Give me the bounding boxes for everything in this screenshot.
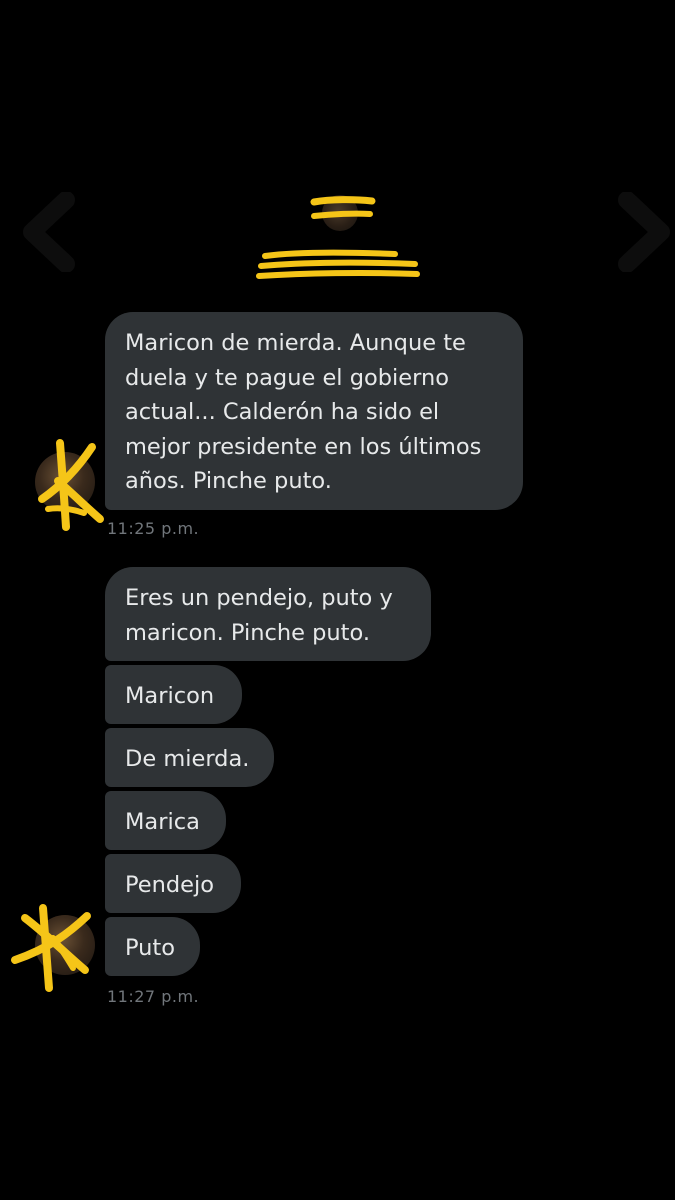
message-line: Maricon de mierda. Aunque te	[125, 330, 466, 356]
message-line: Pendejo	[125, 872, 215, 898]
back-arrow-icon[interactable]	[16, 191, 86, 273]
message-bubble[interactable]: Maricon	[105, 665, 242, 724]
sender-avatar[interactable]	[35, 452, 95, 512]
message-bubble[interactable]: Eres un pendejo, puto y maricon. Pinche …	[105, 567, 431, 661]
conversation-header	[0, 170, 675, 290]
message-line: Eres un pendejo, puto y	[125, 585, 393, 611]
message-bubble[interactable]: Maricon de mierda. Aunque te duela y te …	[105, 312, 523, 510]
message-bubble[interactable]: De mierda.	[105, 728, 274, 787]
message-bubble[interactable]: Pendejo	[105, 854, 241, 913]
message-line: maricon. Pinche puto.	[125, 619, 371, 646]
message-line: actual... Calderón ha sido el	[125, 399, 440, 425]
message-bubble[interactable]: Puto	[105, 917, 200, 976]
header-name-redaction	[256, 249, 420, 279]
message-line: años. Pinche puto.	[125, 468, 332, 494]
message-timestamp: 11:27 p.m.	[107, 987, 200, 1006]
message-line: Puto	[125, 935, 176, 961]
message-timestamp: 11:25 p.m.	[107, 519, 200, 538]
header-avatar[interactable]	[322, 195, 358, 231]
message-line: Maricon	[125, 683, 215, 709]
message-line: duela y te pague el gobierno	[125, 364, 450, 391]
message-bubble[interactable]: Marica	[105, 791, 226, 850]
message-line: De mierda.	[125, 746, 250, 772]
sender-avatar[interactable]	[35, 915, 95, 975]
message-line: mejor presidente en los últimos	[125, 433, 482, 460]
message-line: Marica	[125, 809, 200, 835]
info-icon[interactable]	[605, 191, 675, 273]
